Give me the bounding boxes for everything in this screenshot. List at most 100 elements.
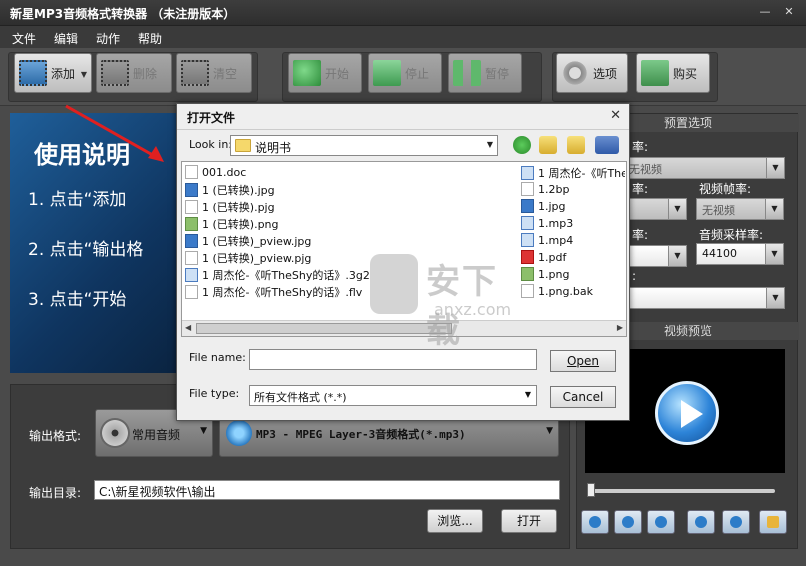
- menu-help[interactable]: 帮助: [134, 26, 166, 48]
- play-icon[interactable]: [655, 381, 719, 445]
- file-list-item[interactable]: 1.png.bak: [521, 284, 625, 301]
- camera-icon: [730, 516, 742, 528]
- audio-sample-select[interactable]: 44100 ▼: [696, 243, 784, 265]
- preset-select[interactable]: 无视频 ▼: [623, 157, 785, 179]
- chevron-down-icon: ▼: [766, 288, 784, 308]
- file-list-item[interactable]: 1 (已转换)_pview.jpg: [185, 233, 515, 250]
- add-label: 添加: [51, 66, 76, 81]
- volume-button[interactable]: [687, 510, 715, 534]
- file-name-input[interactable]: [249, 349, 537, 370]
- scrollbar-thumb[interactable]: [196, 323, 452, 334]
- video-fps-label: 视频帧率:: [699, 182, 752, 196]
- rate-select-b[interactable]: ▼: [623, 245, 687, 267]
- buy-label: 购买: [673, 66, 698, 81]
- start-button[interactable]: 开始: [288, 53, 362, 93]
- file-list-item[interactable]: 1.jpg: [521, 199, 625, 216]
- file-list-item[interactable]: 1.png: [521, 267, 625, 284]
- jpg-file-icon: [521, 199, 534, 213]
- file-name: 1.mp4: [538, 234, 574, 247]
- buy-button[interactable]: 购买: [636, 53, 710, 93]
- output-dir-input[interactable]: C:\新星视频软件\输出: [94, 480, 560, 500]
- new-folder-icon[interactable]: [567, 136, 585, 154]
- pause-preview-button[interactable]: [614, 510, 642, 534]
- seek-slider-track[interactable]: [591, 489, 775, 493]
- dialog-close-icon[interactable]: ✕: [610, 108, 621, 123]
- file-name: 1.png: [538, 268, 570, 281]
- file-name: 1 (已转换).png: [202, 218, 279, 231]
- jpg-file-icon: [185, 183, 198, 197]
- delete-button[interactable]: 删除: [96, 53, 172, 93]
- toolbar: 添加 ▼ 删除 清空 开始 停止 暂停 选项 购买: [0, 48, 806, 106]
- browse-button[interactable]: 浏览...: [427, 509, 483, 533]
- watermark: 安下载 anxz.com: [370, 250, 520, 351]
- file-list-item[interactable]: 1.2bp: [521, 182, 625, 199]
- watermark-sub: anxz.com: [434, 300, 512, 319]
- file-list-item[interactable]: 1.pdf: [521, 250, 625, 267]
- close-button[interactable]: ✕: [778, 3, 800, 21]
- pause-button[interactable]: 暂停: [448, 53, 522, 93]
- chevron-down-icon: ▼: [668, 199, 686, 219]
- menu-edit[interactable]: 编辑: [50, 26, 82, 48]
- chevron-down-icon: ▼: [200, 426, 207, 436]
- preset-value: 无视频: [629, 163, 662, 176]
- file-type-value: 所有文件格式 (*.*): [254, 391, 347, 404]
- video-fps-select[interactable]: 无视频 ▼: [696, 198, 784, 220]
- doc-file-icon: [521, 182, 534, 196]
- chevron-down-icon: ▼: [546, 426, 553, 436]
- file-name: 1 周杰伦-《听TheShy的话》.3g2: [202, 269, 370, 282]
- doc-file-icon: [185, 285, 198, 299]
- chevron-down-icon: ▼: [524, 390, 531, 399]
- play-small-icon: [589, 516, 601, 528]
- file-name: 001.doc: [202, 166, 247, 179]
- chevron-down-icon: ▼: [766, 158, 784, 178]
- stop-preview-button[interactable]: [647, 510, 675, 534]
- file-name: 1 周杰伦-《听TheS: [538, 167, 625, 180]
- scroll-right-icon[interactable]: ▶: [617, 323, 623, 332]
- file-type-select[interactable]: 所有文件格式 (*.*) ▼: [249, 385, 537, 406]
- file-list-item[interactable]: 1 周杰伦-《听TheS: [521, 165, 625, 182]
- play-button[interactable]: [581, 510, 609, 534]
- menu-file[interactable]: 文件: [8, 26, 40, 48]
- cancel-button[interactable]: Cancel: [550, 386, 616, 408]
- horizontal-scrollbar[interactable]: ◀ ▶: [182, 320, 626, 336]
- doc-file-icon: [185, 251, 198, 265]
- file-list-item[interactable]: 1 (已转换).png: [185, 216, 515, 233]
- view-menu-icon[interactable]: [595, 136, 619, 154]
- doc-file-icon: [185, 200, 198, 214]
- up-folder-icon[interactable]: [539, 136, 557, 154]
- open-snapshot-folder-button[interactable]: [759, 510, 787, 534]
- menu-action[interactable]: 动作: [92, 26, 124, 48]
- open-button-label: Open: [566, 354, 600, 368]
- seek-slider-thumb[interactable]: [587, 483, 595, 497]
- chevron-down-icon: ▼: [765, 199, 783, 219]
- stop-button[interactable]: 停止: [368, 53, 442, 93]
- file-name: 1.mp3: [538, 217, 574, 230]
- file-list-item[interactable]: 001.doc: [185, 165, 515, 182]
- scroll-left-icon[interactable]: ◀: [185, 323, 191, 332]
- instruction-step-1: 1. 点击“添加: [28, 190, 127, 210]
- chevron-down-icon: ▼: [668, 246, 686, 266]
- file-list-item[interactable]: 1.mp4: [521, 233, 625, 250]
- snapshot-button[interactable]: [722, 510, 750, 534]
- menu-bar: 文件 编辑 动作 帮助: [0, 26, 806, 48]
- file-list-item[interactable]: 1 (已转换).jpg: [185, 182, 515, 199]
- file-list-item[interactable]: 1 (已转换).pjg: [185, 199, 515, 216]
- file-list-item[interactable]: 1.mp3: [521, 216, 625, 233]
- preset-label: 率:: [632, 140, 649, 154]
- gear-icon: [561, 60, 589, 86]
- rate-select-c[interactable]: ▼: [623, 287, 785, 309]
- rate-select-a[interactable]: ▼: [623, 198, 687, 220]
- options-button[interactable]: 选项: [556, 53, 628, 93]
- stop-label: 停止: [405, 66, 430, 81]
- back-icon[interactable]: [513, 136, 531, 154]
- jpg-file-icon: [185, 234, 198, 248]
- open-button[interactable]: Open: [550, 350, 616, 372]
- add-button[interactable]: 添加 ▼: [14, 53, 92, 93]
- pause-small-icon: [622, 516, 634, 528]
- minimize-button[interactable]: —: [754, 3, 776, 21]
- clear-button[interactable]: 清空: [176, 53, 252, 93]
- open-folder-button[interactable]: 打开: [501, 509, 557, 533]
- chevron-down-icon: ▼: [765, 244, 783, 264]
- file-name: 1.png.bak: [538, 285, 594, 298]
- look-in-select[interactable]: 说明书 ▼: [230, 135, 498, 156]
